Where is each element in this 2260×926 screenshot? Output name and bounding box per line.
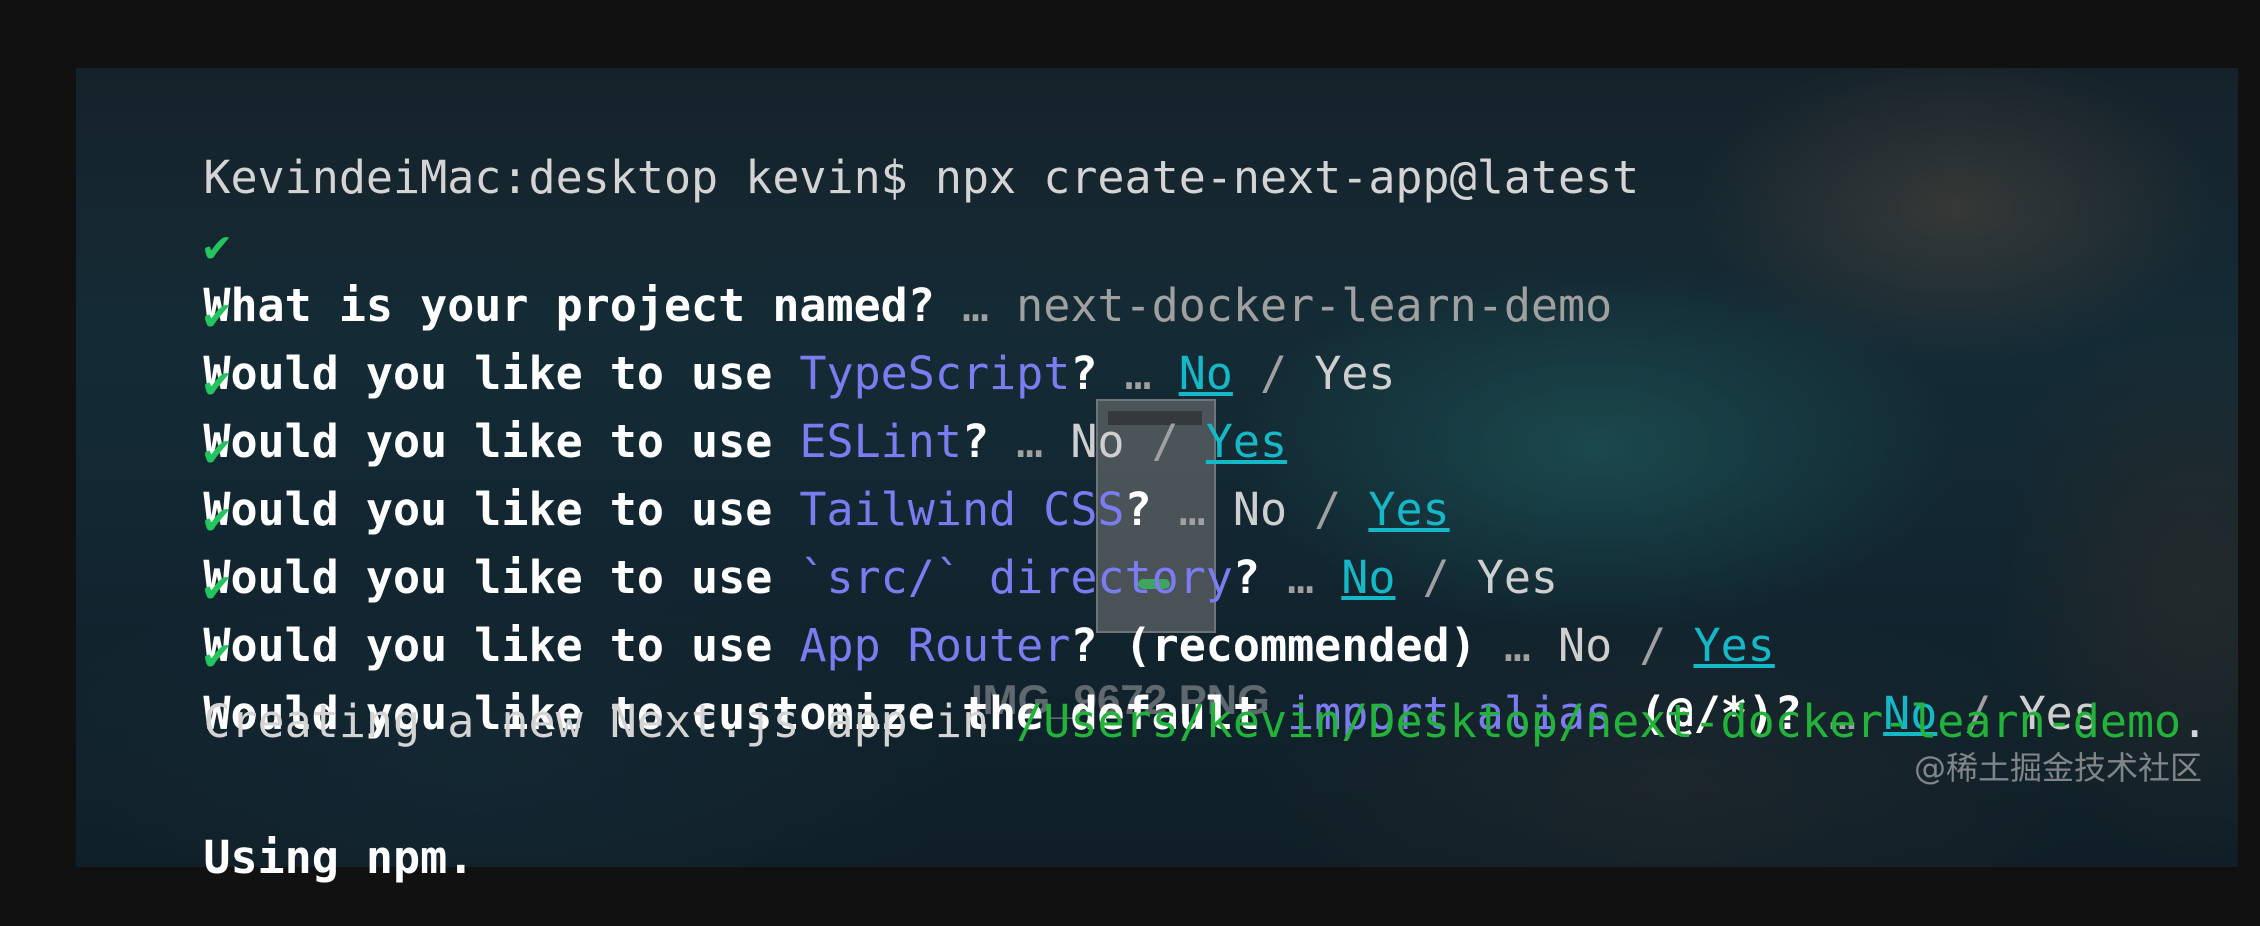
creating-text: Creating a new Next.js app in <box>203 695 1017 748</box>
option-separator: / <box>1287 483 1369 536</box>
terminal-output: KevindeiMac:desktop kevin$ npx create-ne… <box>95 88 2209 884</box>
ellipsis: … <box>1476 619 1559 672</box>
question-text: Would you like to use <box>203 483 800 536</box>
ellipsis: … <box>1151 483 1233 536</box>
using-npm-text: Using npm. <box>203 831 475 884</box>
option-no-selected: No <box>1341 551 1396 604</box>
option-yes-selected: Yes <box>1693 619 1775 672</box>
question-tail: ? <box>1070 347 1098 400</box>
creating-suffix: . <box>2181 695 2209 748</box>
check-icon: ✔ <box>203 355 231 408</box>
question-text: What is your project named? <box>203 279 935 332</box>
question-highlight: Tailwind CSS <box>799 483 1125 536</box>
check-icon: ✔ <box>203 287 231 340</box>
option-no: No <box>1558 619 1613 672</box>
option-separator: / <box>1612 619 1694 672</box>
question-highlight: App Router <box>799 619 1071 672</box>
option-yes: Yes <box>1476 551 1559 604</box>
question-text: Would you like to use <box>203 415 800 468</box>
ellipsis: … <box>989 415 1071 468</box>
option-yes-selected: Yes <box>1368 483 1450 536</box>
question-tail: ? <box>1124 483 1152 536</box>
project-name-answer: next-docker-learn-demo <box>1016 279 1613 332</box>
check-icon: ✔ <box>203 627 231 680</box>
check-icon: ✔ <box>203 423 231 476</box>
project-path: /Users/kevin/Desktop/next-docker-learn-d… <box>1016 695 2182 748</box>
option-no: No <box>1232 483 1288 536</box>
question-tail: ? <box>961 415 990 468</box>
option-separator: / <box>1232 347 1315 400</box>
watermark: @稀土掘金技术社区 <box>1913 749 2202 787</box>
question-tail: ? <box>1232 551 1260 604</box>
command-prompt: KevindeiMac:desktop kevin$ npx create-ne… <box>203 151 1640 204</box>
check-icon: ✔ <box>203 491 231 544</box>
ellipsis: … <box>1097 347 1179 400</box>
option-no: No <box>1070 415 1125 468</box>
option-separator: / <box>1395 551 1477 604</box>
question-text: Would you like to use <box>203 619 800 672</box>
ellipsis: … <box>1259 551 1342 604</box>
question-highlight: `src/` directory <box>799 551 1233 604</box>
option-yes-selected: Yes <box>1205 415 1288 468</box>
question-text: Would you like to use <box>203 551 800 604</box>
command-line: KevindeiMac:desktop kevin$ npx create-ne… <box>95 88 2208 204</box>
question-tail: ? (recommended) <box>1070 619 1477 672</box>
check-icon: ✔ <box>203 219 231 272</box>
using-line: Using npm. <box>95 768 2208 884</box>
ellipsis: … <box>934 279 1017 332</box>
option-separator: / <box>1124 415 1206 468</box>
question-text: Would you like to use <box>203 347 800 400</box>
option-yes: Yes <box>1314 347 1396 400</box>
check-icon: ✔ <box>203 559 231 612</box>
question-highlight: ESLint <box>799 415 962 468</box>
question-highlight: TypeScript <box>799 347 1071 400</box>
option-no-selected: No <box>1178 347 1233 400</box>
